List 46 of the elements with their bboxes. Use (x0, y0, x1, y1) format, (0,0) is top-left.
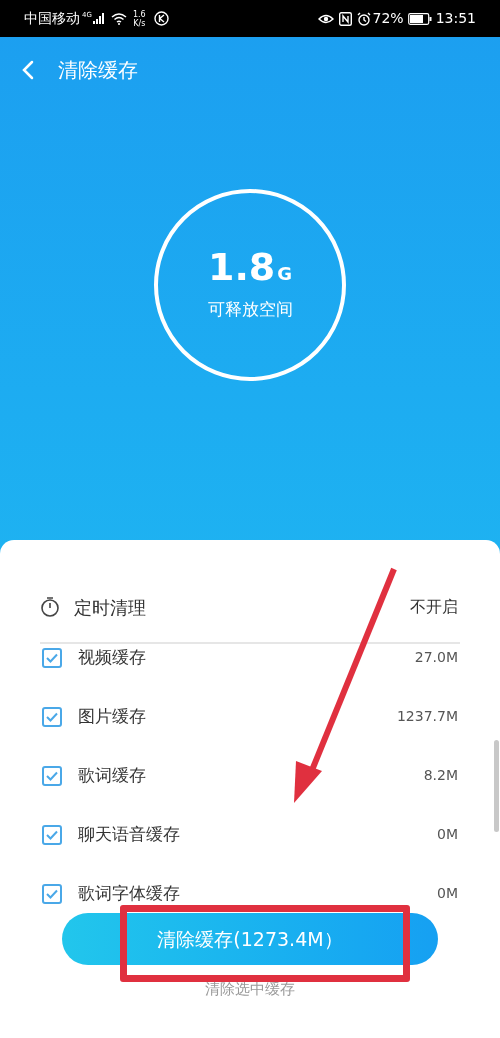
battery-icon (407, 12, 432, 25)
k-circle-icon (153, 11, 169, 26)
checkmark-icon (46, 888, 58, 899)
checkmark-icon (46, 770, 58, 781)
scrollbar-thumb[interactable] (494, 740, 499, 832)
cache-item-size: 0M (437, 825, 458, 844)
carrier-name: 中国移动 (24, 9, 80, 28)
checked-checkbox[interactable] (42, 647, 62, 668)
cache-item-size: 1237.7M (396, 707, 458, 726)
checkmark-icon (46, 652, 58, 663)
cache-item-name: 歌词字体缓存 (78, 881, 180, 905)
cache-item-row[interactable]: 聊天语音缓存 0M (42, 805, 458, 864)
cache-item-name: 歌词缓存 (78, 763, 146, 787)
checked-checkbox[interactable] (42, 824, 62, 845)
schedule-value: 不开启 (410, 596, 458, 618)
free-space-caption: 可释放空间 (207, 297, 293, 321)
cache-item-row[interactable]: 歌词缓存 8.2M (42, 746, 458, 805)
checkmark-icon (46, 829, 58, 840)
free-space-unit: G (277, 261, 293, 286)
alarm-icon (356, 11, 371, 26)
signal-icon (92, 13, 105, 24)
battery-percent: 72% (372, 9, 404, 28)
cache-item-name: 聊天语音缓存 (78, 822, 180, 846)
page-title: 清除缓存 (58, 57, 138, 84)
cache-item-size: 27.0M (414, 648, 458, 667)
nfc-icon (338, 11, 352, 26)
clock-time: 13:51 (435, 9, 476, 28)
cache-item-row[interactable]: 视频缓存 27.0M (42, 644, 458, 687)
checkmark-icon (46, 711, 58, 722)
checked-checkbox[interactable] (42, 765, 62, 786)
checked-checkbox[interactable] (42, 883, 62, 904)
free-space-amount: 1.8 (207, 247, 276, 286)
wifi-icon (110, 12, 127, 25)
eye-icon (317, 12, 334, 25)
schedule-row[interactable]: 定时清理 不开启 (40, 588, 460, 626)
speed-value: 1.6 (132, 9, 146, 19)
schedule-label: 定时清理 (74, 595, 146, 620)
cache-item-size: 0M (437, 884, 458, 903)
cache-item-name: 图片缓存 (78, 704, 146, 728)
checked-checkbox[interactable] (42, 706, 62, 727)
timer-icon (40, 596, 60, 618)
cache-item-row[interactable]: 歌词字体缓存 0M (42, 864, 458, 906)
cache-item-name: 视频缓存 (78, 645, 146, 669)
cache-item-size: 8.2M (423, 766, 458, 785)
cache-item-row[interactable]: 图片缓存 1237.7M (42, 687, 458, 746)
speed-unit: K/s (133, 18, 146, 28)
